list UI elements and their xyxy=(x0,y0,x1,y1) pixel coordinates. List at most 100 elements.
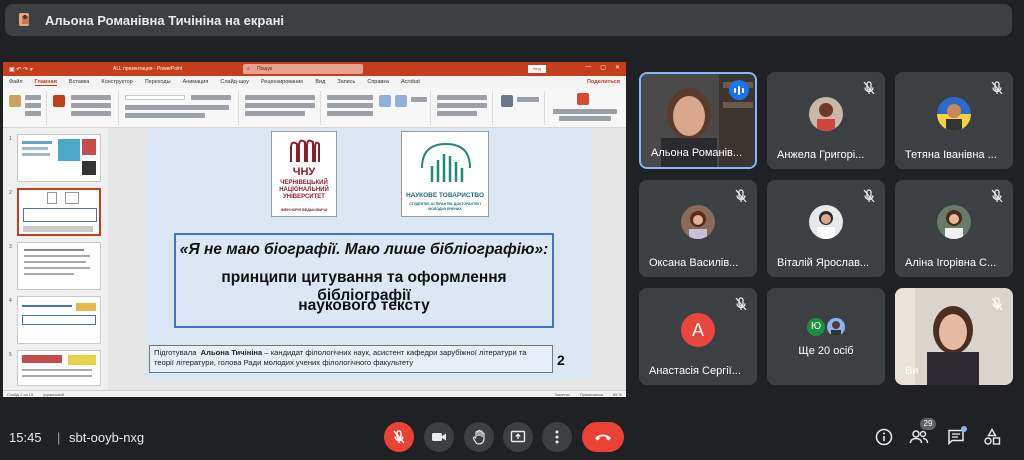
status-notes[interactable]: Заметки xyxy=(554,392,569,397)
participant-tile-self[interactable]: Ви xyxy=(895,288,1013,385)
menu-record[interactable]: Запись xyxy=(337,79,355,85)
presenting-icon xyxy=(15,10,35,30)
avatar-initial: Ю xyxy=(807,318,825,336)
camera-icon xyxy=(432,433,446,441)
activities-button[interactable] xyxy=(981,426,1003,448)
dictate-icon[interactable] xyxy=(501,95,513,107)
close-icon[interactable]: ✕ xyxy=(615,64,620,71)
ppt-signin-button[interactable]: Вхід xyxy=(528,65,546,73)
ribbon-group-editing xyxy=(433,91,493,125)
presenting-title: Альона Романівна Тичініна на екрані xyxy=(45,12,285,28)
participant-tile[interactable]: Віталій Ярослав... xyxy=(767,180,885,277)
slide-thumbnail-selected[interactable] xyxy=(17,188,101,236)
participant-tile[interactable]: Анжела Григорі... xyxy=(767,72,885,169)
current-slide: ЧНУ ЧЕРНІВЕЦЬКИЙ НАЦІОНАЛЬНИЙ УНІВЕРСИТЕ… xyxy=(147,128,593,380)
science-society-emblem-icon xyxy=(421,142,471,182)
thumbnail-row[interactable]: 3 xyxy=(5,242,105,292)
thumbnail-row[interactable]: 4 xyxy=(5,296,105,346)
participant-tile[interactable]: Аліна Ігорівна С... xyxy=(895,180,1013,277)
avatar xyxy=(681,205,715,239)
participant-tile[interactable]: А Анастасія Сергії... xyxy=(639,288,757,385)
chnu-mark: ЧНУ xyxy=(292,166,316,178)
more-options-button[interactable] xyxy=(542,422,572,452)
paste-icon[interactable] xyxy=(9,95,21,107)
participant-name: Віталій Ярослав... xyxy=(777,257,870,269)
participant-name: Анжела Григорі... xyxy=(777,149,865,161)
menu-insert[interactable]: Вставка xyxy=(69,79,89,85)
status-language: украинский xyxy=(43,391,64,397)
chnu-name: ЧЕРНІВЕЦЬКИЙ НАЦІОНАЛЬНИЙ УНІВЕРСИТЕТ xyxy=(279,180,329,200)
ppt-workarea: 1 2 3 4 5 ЧНУ ЧЕРНІВЕЦЬКИЙ НАЦІОНАЛЬНИЙ … xyxy=(3,128,626,390)
ppt-search-text: Пошук xyxy=(257,66,273,72)
maximize-icon[interactable]: ▢ xyxy=(600,64,606,71)
mic-off-icon xyxy=(393,430,405,444)
slide-title-line1: «Я не маю біографії. Маю лише бібліограф… xyxy=(179,241,549,258)
minimize-icon[interactable]: — xyxy=(585,64,591,71)
slide-title-line3: наукового тексту xyxy=(298,297,430,314)
ppt-file-name: ALL презентация - PowerPoint xyxy=(113,66,183,72)
menu-home[interactable]: Главная xyxy=(34,79,57,86)
more-vert-icon xyxy=(555,430,559,444)
menu-acrobat[interactable]: Acrobat xyxy=(401,79,420,85)
acrobat-pdf-icon[interactable] xyxy=(577,93,589,105)
new-slide-icon[interactable] xyxy=(53,95,65,107)
chnu-sub: ІМЕНІ ЮРІЯ ФЕДЬКОВИЧА xyxy=(280,208,328,212)
thumbnail-row[interactable]: 2 xyxy=(5,188,105,238)
participant-tile[interactable]: Тетяна Іванівна ... xyxy=(895,72,1013,169)
ribbon-group-clipboard xyxy=(5,91,47,125)
participant-name: Оксана Василів... xyxy=(649,257,739,269)
status-comments[interactable]: Примечания xyxy=(580,392,603,397)
status-zoom[interactable]: 85 % xyxy=(613,392,622,397)
meeting-details-button[interactable] xyxy=(873,426,895,448)
search-icon: ⌕ xyxy=(247,66,250,72)
present-screen-button[interactable] xyxy=(503,422,533,452)
menu-view[interactable]: Вид xyxy=(315,79,325,85)
chnu-logo: ЧНУ ЧЕРНІВЕЦЬКИЙ НАЦІОНАЛЬНИЙ УНІВЕРСИТЕ… xyxy=(271,131,337,217)
menu-slideshow[interactable]: Слайд-шоу xyxy=(220,79,249,85)
hand-icon xyxy=(472,429,485,445)
ribbon-group-slides xyxy=(49,91,119,125)
mic-off-icon xyxy=(863,81,875,95)
slide-thumbnail[interactable] xyxy=(17,296,101,344)
mic-toggle-button[interactable] xyxy=(384,422,414,452)
participant-name: Аліна Ігорівна С... xyxy=(905,257,997,269)
slide-number: 2 xyxy=(557,352,565,368)
thumbnail-row[interactable]: 1 xyxy=(5,134,105,184)
avatar xyxy=(937,97,971,131)
ribbon-group-font xyxy=(121,91,239,125)
slide-title-box: «Я не маю біографії. Маю лише бібліограф… xyxy=(174,233,554,328)
more-participants-tile[interactable]: Ю Ще 20 осіб xyxy=(767,288,885,385)
leave-call-button[interactable] xyxy=(582,422,624,452)
menu-file[interactable]: Файл xyxy=(9,79,23,85)
mic-off-icon xyxy=(991,81,1003,95)
menu-transitions[interactable]: Переходы xyxy=(145,79,171,85)
separator: | xyxy=(57,430,61,445)
styles-icon[interactable] xyxy=(395,95,407,107)
camera-toggle-button[interactable] xyxy=(424,422,454,452)
speaking-indicator-icon xyxy=(729,80,749,100)
ppt-search-box[interactable]: ⌕ Пошук xyxy=(243,64,363,74)
menu-animation[interactable]: Анимация xyxy=(183,79,209,85)
avatar xyxy=(809,205,843,239)
participant-tile-speaker[interactable]: Альона Романів... xyxy=(639,72,757,169)
menu-review[interactable]: Рецензирование xyxy=(261,79,303,85)
menu-help[interactable]: Справка xyxy=(367,79,389,85)
participant-tile[interactable]: Оксана Василів... xyxy=(639,180,757,277)
shared-screen: ▣ ↶ ↷ ▾ ALL презентация - PowerPoint ⌕ П… xyxy=(3,62,626,397)
clock: 15:45 xyxy=(9,430,42,445)
slide-thumbnail[interactable] xyxy=(17,350,101,386)
ribbon-group-paragraph xyxy=(241,91,321,125)
ppt-quick-access[interactable]: ▣ ↶ ↷ ▾ xyxy=(9,66,33,73)
ppt-share-button[interactable]: Поделиться xyxy=(587,79,620,85)
raise-hand-button[interactable] xyxy=(464,422,494,452)
slide-thumbnail[interactable] xyxy=(17,242,101,290)
chat-notification-dot xyxy=(961,426,967,432)
slide-thumbnail[interactable] xyxy=(17,134,101,182)
window-controls: — ▢ ✕ xyxy=(585,64,620,71)
status-slide-count: Слайд 2 из 15 xyxy=(7,391,34,397)
meeting-code: sbt-ooyb-nxg xyxy=(69,430,145,445)
presenting-banner: Альона Романівна Тичініна на екрані xyxy=(5,4,1012,36)
menu-design[interactable]: Конструктор xyxy=(101,79,132,85)
ribbon-group-voice xyxy=(495,91,545,125)
arrange-icon[interactable] xyxy=(379,95,391,107)
